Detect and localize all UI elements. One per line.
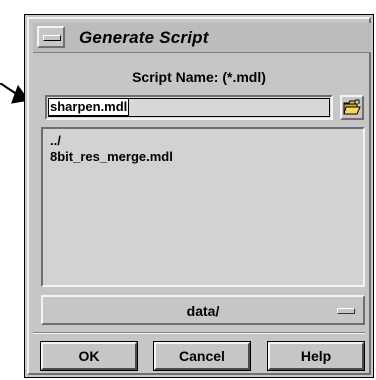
window-title: Generate Script bbox=[79, 28, 209, 47]
open-folder-icon bbox=[343, 99, 361, 115]
window-menu-icon[interactable] bbox=[37, 26, 65, 48]
dialog-frame: Generate Script Script Name: (*.mdl) sha… bbox=[27, 17, 371, 375]
separator bbox=[33, 332, 365, 334]
generate-script-dialog: Generate Script Script Name: (*.mdl) sha… bbox=[24, 14, 374, 378]
list-item[interactable]: ../ bbox=[50, 133, 61, 148]
directory-option-menu[interactable]: data/ bbox=[41, 295, 365, 325]
cancel-button[interactable]: Cancel bbox=[153, 341, 251, 371]
ok-button[interactable]: OK bbox=[40, 341, 138, 371]
titlebar[interactable]: Generate Script bbox=[33, 23, 371, 53]
directory-label: data/ bbox=[186, 303, 220, 319]
script-name-label: Script Name: (*.mdl) bbox=[132, 69, 266, 85]
script-name-value: sharpen.mdl bbox=[47, 98, 130, 116]
script-name-input[interactable]: sharpen.mdl bbox=[45, 95, 333, 120]
option-menu-indicator-icon bbox=[337, 308, 355, 314]
page: Generate Script Script Name: (*.mdl) sha… bbox=[0, 0, 376, 380]
open-folder-button[interactable] bbox=[340, 95, 364, 120]
file-list[interactable]: ../ 8bit_res_merge.mdl bbox=[41, 127, 365, 287]
help-button[interactable]: Help bbox=[267, 341, 365, 371]
list-item[interactable]: 8bit_res_merge.mdl bbox=[50, 149, 173, 164]
